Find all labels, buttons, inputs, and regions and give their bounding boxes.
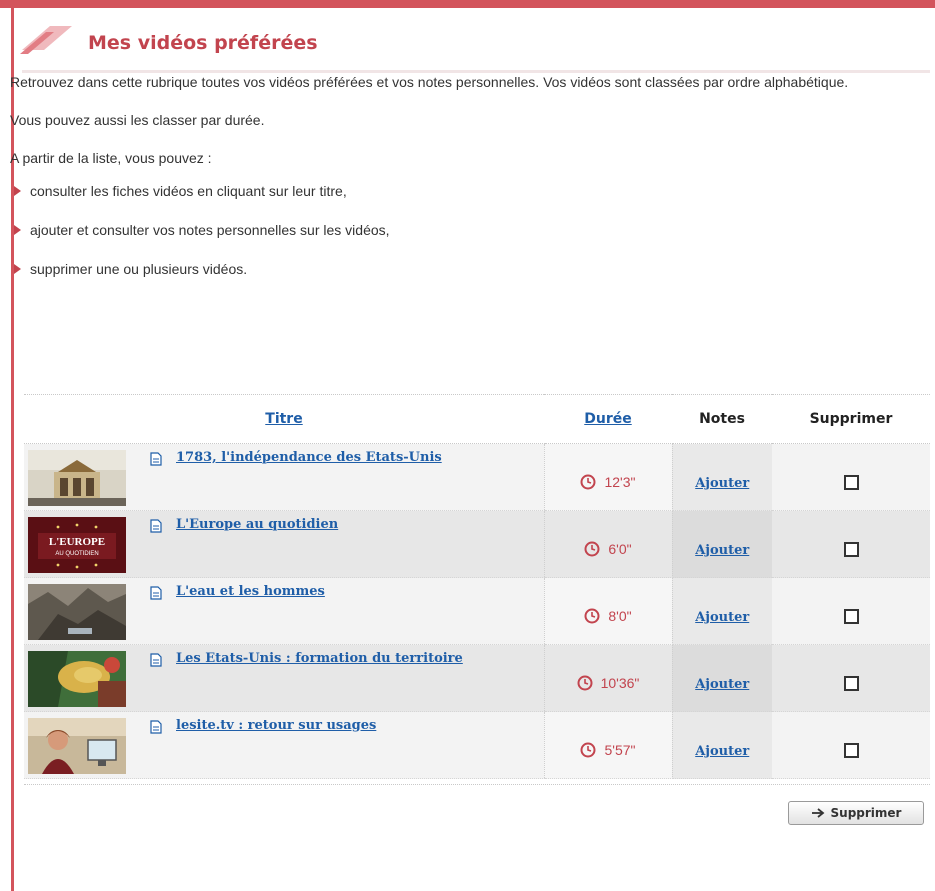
delete-button-label: Supprimer bbox=[830, 806, 902, 820]
bullet-arrow-icon bbox=[14, 225, 21, 235]
bullet-arrow-icon bbox=[14, 186, 21, 196]
title-cell: L'EUROPE AU QUOTIDIEN L'Europe au quotid… bbox=[24, 510, 544, 578]
delete-checkbox[interactable] bbox=[843, 676, 859, 691]
duration-cell: 6'0" bbox=[543, 510, 673, 578]
header-decoration-icon bbox=[20, 26, 72, 54]
title-cell: Les Etats-Unis : formation du territoire bbox=[24, 644, 544, 712]
delete-checkbox[interactable] bbox=[843, 609, 859, 624]
notes-cell: Ajouter bbox=[672, 711, 772, 779]
delete-checkbox[interactable] bbox=[843, 475, 859, 490]
notes-column-header: Notes bbox=[672, 394, 772, 444]
bullet-list: consulter les fiches vidéos en cliquant … bbox=[10, 181, 915, 279]
title-cell: lesite.tv : retour sur usages bbox=[24, 711, 544, 779]
content: Mes vidéos préférées bbox=[20, 18, 930, 73]
table-bottom-divider bbox=[24, 784, 930, 785]
bullet-item: consulter les fiches vidéos en cliquant … bbox=[10, 181, 915, 201]
delete-checkbox[interactable] bbox=[843, 542, 859, 557]
duration-cell: 8'0" bbox=[543, 577, 673, 645]
delete-selected-button[interactable]: Supprimer bbox=[788, 801, 924, 825]
bullet-text: supprimer une ou plusieurs vidéos. bbox=[30, 261, 248, 277]
delete-cell bbox=[772, 443, 930, 511]
video-title-link[interactable]: L'Europe au quotidien bbox=[176, 517, 338, 532]
document-icon bbox=[150, 452, 162, 466]
intro-paragraph-2: Vous pouvez aussi les classer par durée. bbox=[10, 112, 265, 128]
delete-cell bbox=[772, 644, 930, 712]
title-cell: L'eau et les hommes bbox=[24, 577, 544, 645]
clock-icon bbox=[580, 474, 596, 489]
table-header-row: Titre Durée Notes Supprimer bbox=[24, 394, 930, 444]
duration-value: 8'0" bbox=[608, 607, 632, 624]
video-title-link[interactable]: 1783, l'indépendance des Etats-Unis bbox=[176, 450, 442, 465]
videos-table: Titre Durée Notes Supprimer 1783, l'indé… bbox=[24, 394, 930, 779]
table-row: L'EUROPE AU QUOTIDIEN L'Europe au quotid… bbox=[24, 510, 930, 578]
intro-paragraph-3: A partir de la liste, vous pouvez : bbox=[10, 150, 212, 166]
video-title-link[interactable]: lesite.tv : retour sur usages bbox=[176, 718, 376, 733]
duration-value: 10'36" bbox=[600, 674, 640, 691]
video-title-link[interactable]: L'eau et les hommes bbox=[176, 584, 325, 599]
video-thumbnail[interactable] bbox=[28, 584, 126, 640]
add-note-link[interactable]: Ajouter bbox=[695, 476, 749, 491]
thumbnail-logo-line-1: L'EUROPE bbox=[49, 536, 105, 548]
arrow-right-icon bbox=[811, 808, 824, 818]
video-thumbnail[interactable] bbox=[28, 651, 126, 707]
table-row: lesite.tv : retour sur usages 5'57" Ajou… bbox=[24, 711, 930, 779]
duration-cell: 10'36" bbox=[543, 644, 673, 712]
sort-by-title-link[interactable]: Titre bbox=[24, 394, 544, 444]
notes-cell: Ajouter bbox=[672, 510, 772, 578]
page-header: Mes vidéos préférées bbox=[20, 18, 930, 73]
add-note-link[interactable]: Ajouter bbox=[695, 677, 749, 692]
bullet-item: ajouter et consulter vos notes personnel… bbox=[10, 220, 915, 240]
clock-icon bbox=[580, 742, 596, 757]
favorites-page: Mes vidéos préférées Retrouvez dans cett… bbox=[0, 0, 935, 891]
bullet-text: consulter les fiches vidéos en cliquant … bbox=[30, 183, 347, 199]
add-note-link[interactable]: Ajouter bbox=[695, 744, 749, 759]
intro-text: Retrouvez dans cette rubrique toutes vos… bbox=[10, 72, 915, 298]
bullet-arrow-icon bbox=[14, 264, 21, 274]
delete-column-header: Supprimer bbox=[772, 394, 930, 444]
clock-icon bbox=[584, 541, 600, 556]
thumbnail-logo-line-2: AU QUOTIDIEN bbox=[55, 551, 98, 557]
video-thumbnail[interactable]: L'EUROPE AU QUOTIDIEN bbox=[28, 517, 126, 573]
add-note-link[interactable]: Ajouter bbox=[695, 610, 749, 625]
duration-value: 5'57" bbox=[604, 741, 636, 758]
document-icon bbox=[150, 586, 162, 600]
table-row: L'eau et les hommes 8'0" Ajouter bbox=[24, 577, 930, 645]
sort-by-duration-link[interactable]: Durée bbox=[544, 394, 672, 444]
notes-cell: Ajouter bbox=[672, 577, 772, 645]
videos-table-wrap: Titre Durée Notes Supprimer 1783, l'indé… bbox=[24, 394, 930, 779]
page-title: Mes vidéos préférées bbox=[88, 32, 318, 54]
document-icon bbox=[150, 519, 162, 533]
video-thumbnail[interactable] bbox=[28, 718, 126, 774]
delete-checkbox[interactable] bbox=[843, 743, 859, 758]
notes-cell: Ajouter bbox=[672, 443, 772, 511]
table-row: 1783, l'indépendance des Etats-Unis 12'3… bbox=[24, 443, 930, 511]
video-title-link[interactable]: Les Etats-Unis : formation du territoire bbox=[176, 651, 463, 666]
title-cell: 1783, l'indépendance des Etats-Unis bbox=[24, 443, 544, 511]
delete-cell bbox=[772, 510, 930, 578]
bullet-item: supprimer une ou plusieurs vidéos. bbox=[10, 259, 915, 279]
delete-cell bbox=[772, 711, 930, 779]
clock-icon bbox=[577, 675, 593, 690]
delete-cell bbox=[772, 577, 930, 645]
duration-value: 6'0" bbox=[608, 540, 632, 557]
bullet-text: ajouter et consulter vos notes personnel… bbox=[30, 222, 390, 238]
table-row: Les Etats-Unis : formation du territoire… bbox=[24, 644, 930, 712]
notes-cell: Ajouter bbox=[672, 644, 772, 712]
top-border bbox=[0, 0, 935, 8]
video-thumbnail[interactable] bbox=[28, 450, 126, 506]
clock-icon bbox=[584, 608, 600, 623]
document-icon bbox=[150, 720, 162, 734]
duration-value: 12'3" bbox=[604, 473, 636, 490]
duration-cell: 5'57" bbox=[543, 711, 673, 779]
add-note-link[interactable]: Ajouter bbox=[695, 543, 749, 558]
intro-paragraph-1: Retrouvez dans cette rubrique toutes vos… bbox=[10, 74, 849, 90]
document-icon bbox=[150, 653, 162, 667]
duration-cell: 12'3" bbox=[543, 443, 673, 511]
